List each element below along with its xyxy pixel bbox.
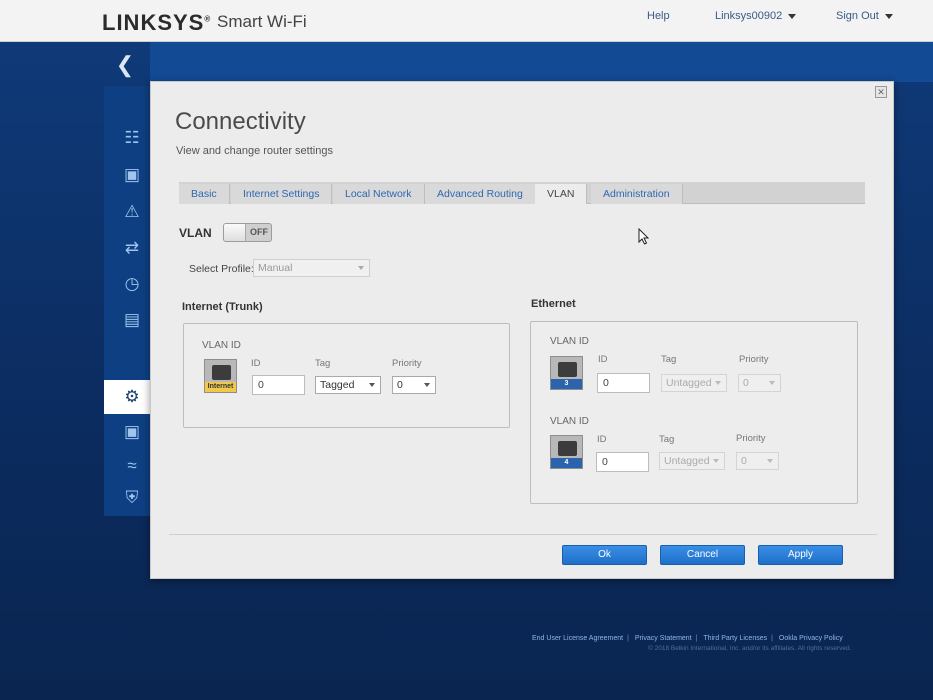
connectivity-gear-icon: ⚙ bbox=[124, 387, 140, 406]
tab-internet-settings[interactable]: Internet Settings bbox=[231, 184, 333, 204]
user-menu[interactable]: Linksys00902 bbox=[715, 10, 797, 22]
tag-label: Tag bbox=[659, 434, 675, 445]
eula-link[interactable]: End User License Agreement bbox=[532, 635, 623, 642]
camera-icon[interactable]: ▣ bbox=[118, 420, 146, 444]
priority-label: Priority bbox=[739, 354, 769, 365]
internet-tag-select[interactable]: Tagged bbox=[315, 376, 381, 394]
internet-priority-select[interactable]: 0 bbox=[392, 376, 436, 394]
id-label: ID bbox=[597, 434, 607, 445]
vlan-toggle[interactable]: OFF bbox=[223, 223, 272, 242]
chevron-down-icon bbox=[769, 381, 775, 385]
ok-button[interactable]: Ok bbox=[562, 545, 647, 565]
select-profile-label: Select Profile: bbox=[189, 263, 254, 275]
toggle-state: OFF bbox=[250, 227, 268, 237]
connectivity-dialog: ✕ Connectivity View and change router se… bbox=[150, 81, 894, 579]
port3-priority-select: 0 bbox=[738, 374, 781, 392]
product-name: Smart Wi-Fi bbox=[217, 12, 307, 31]
tab-basic[interactable]: Basic bbox=[179, 184, 230, 204]
port4-priority-select: 0 bbox=[736, 452, 779, 470]
copyright: © 2018 Belkin International, Inc. and/or… bbox=[648, 645, 852, 652]
sign-out-label: Sign Out bbox=[836, 10, 879, 22]
internet-trunk-title: Internet (Trunk) bbox=[182, 301, 263, 313]
port-label-internet: Internet bbox=[205, 382, 236, 392]
speed-icon[interactable]: ◷ bbox=[118, 272, 146, 296]
tab-vlan[interactable]: VLAN bbox=[535, 184, 588, 204]
tag-value: Untagged bbox=[666, 377, 712, 389]
mouse-cursor-icon bbox=[638, 228, 650, 245]
select-profile-dropdown: Manual bbox=[253, 259, 370, 277]
user-name: Linksys00902 bbox=[715, 10, 783, 22]
warning-icon[interactable]: ⚠ bbox=[118, 200, 146, 224]
router-icon[interactable]: ☷ bbox=[118, 126, 146, 150]
priority-value: 0 bbox=[397, 379, 403, 391]
chevron-left-icon[interactable]: ❮ bbox=[112, 52, 138, 78]
chevron-down-icon bbox=[767, 459, 773, 463]
vlan-id-label: VLAN ID bbox=[550, 416, 589, 427]
chevron-down-icon bbox=[715, 381, 721, 385]
id-label: ID bbox=[598, 354, 608, 365]
internet-panel: VLAN ID Internet ID Tag Priority 0 Tagge… bbox=[183, 323, 510, 428]
linksys-logo: LINKSYS® bbox=[102, 10, 212, 35]
wifi-icon[interactable]: ≈ bbox=[118, 454, 146, 478]
help-link[interactable]: Help bbox=[647, 10, 670, 22]
close-icon[interactable]: ✕ bbox=[875, 86, 887, 98]
ethernet-port-icon: Internet bbox=[204, 359, 237, 393]
external-storage-icon[interactable]: ▤ bbox=[118, 308, 146, 332]
vlan-id-label: VLAN ID bbox=[202, 340, 241, 351]
tab-advanced-routing[interactable]: Advanced Routing bbox=[425, 184, 536, 204]
priority-label: Priority bbox=[392, 358, 422, 369]
dialog-subtitle: View and change router settings bbox=[176, 145, 333, 157]
chevron-down-icon bbox=[369, 383, 375, 387]
port-label-4: 4 bbox=[551, 458, 582, 468]
background-strip bbox=[150, 42, 933, 82]
chevron-down-icon bbox=[424, 383, 430, 387]
ethernet-port-icon: 4 bbox=[550, 435, 583, 469]
chevron-down-icon bbox=[884, 13, 893, 19]
tab-local-network[interactable]: Local Network bbox=[333, 184, 425, 204]
apply-button[interactable]: Apply bbox=[758, 545, 843, 565]
tab-administration[interactable]: Administration bbox=[591, 184, 683, 204]
priority-value: 0 bbox=[741, 455, 747, 467]
vlan-label: VLAN bbox=[179, 226, 212, 240]
ookla-privacy-link[interactable]: Ookla Privacy Policy bbox=[779, 635, 843, 642]
toggle-knob bbox=[224, 224, 246, 241]
port-jack bbox=[212, 365, 231, 380]
vlan-id-label: VLAN ID bbox=[550, 336, 589, 347]
dialog-divider bbox=[169, 534, 877, 535]
port4-id-input[interactable]: 0 bbox=[596, 452, 649, 472]
tag-value: Untagged bbox=[664, 455, 710, 467]
internet-id-input[interactable]: 0 bbox=[252, 375, 305, 395]
tag-label: Tag bbox=[661, 354, 677, 365]
ethernet-port-icon: 3 bbox=[550, 356, 583, 390]
tab-bar: Basic Internet Settings Local Network Ad… bbox=[179, 182, 865, 204]
id-label: ID bbox=[251, 358, 261, 369]
priority-value: 0 bbox=[743, 377, 749, 389]
footer-links: End User License Agreement | Privacy Stat… bbox=[532, 635, 843, 642]
ethernet-title: Ethernet bbox=[531, 298, 576, 310]
network-map-icon[interactable]: ⇄ bbox=[118, 236, 146, 260]
chevron-down-icon bbox=[788, 13, 797, 19]
dialog-title: Connectivity bbox=[175, 108, 306, 135]
top-header: LINKSYS® Smart Wi-Fi Help Linksys00902 S… bbox=[0, 0, 933, 42]
sign-out-menu[interactable]: Sign Out bbox=[836, 10, 893, 22]
port3-id-input[interactable]: 0 bbox=[597, 373, 650, 393]
third-party-licenses-link[interactable]: Third Party Licenses bbox=[703, 635, 767, 642]
port4-tag-select: Untagged bbox=[659, 452, 725, 470]
port-label-3: 3 bbox=[551, 379, 582, 389]
profile-value: Manual bbox=[258, 262, 293, 274]
cancel-button[interactable]: Cancel bbox=[660, 545, 745, 565]
priority-label: Priority bbox=[736, 433, 766, 444]
security-icon[interactable]: ⛨ bbox=[118, 486, 146, 510]
chevron-down-icon bbox=[713, 459, 719, 463]
devices-icon[interactable]: ▣ bbox=[118, 163, 146, 187]
port-jack bbox=[558, 441, 577, 456]
privacy-statement-link[interactable]: Privacy Statement bbox=[635, 635, 692, 642]
port-jack bbox=[558, 362, 577, 377]
tag-label: Tag bbox=[315, 358, 331, 369]
chevron-down-icon bbox=[358, 266, 364, 270]
ethernet-panel: VLAN ID 3 ID Tag Priority 0 Untagged 0 V… bbox=[530, 321, 858, 504]
tag-value: Tagged bbox=[320, 379, 355, 391]
port3-tag-select: Untagged bbox=[661, 374, 727, 392]
